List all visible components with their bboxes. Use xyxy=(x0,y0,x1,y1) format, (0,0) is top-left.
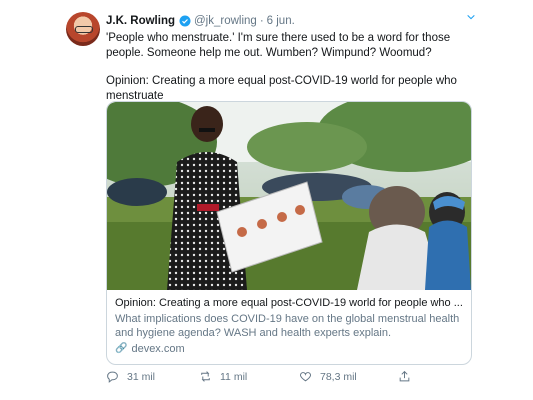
avatar-glasses xyxy=(75,26,93,33)
author-avatar[interactable] xyxy=(66,12,100,46)
share-button[interactable] xyxy=(398,370,419,383)
like-button[interactable]: 78,3 mil xyxy=(299,370,357,383)
separator: · xyxy=(259,15,264,27)
link-preview-card[interactable]: Opinion: Creating a more equal post-COVI… xyxy=(106,101,472,365)
reply-count: 31 mil xyxy=(127,370,156,383)
tweet-text-line: 'People who menstruate.' I'm sure there … xyxy=(106,32,451,59)
tweet-text-line: Opinion: Creating a more equal post-COVI… xyxy=(106,75,457,102)
author-name[interactable]: J.K. Rowling xyxy=(106,15,175,27)
card-body: Opinion: Creating a more equal post-COVI… xyxy=(115,296,465,356)
reply-icon xyxy=(107,371,118,383)
tweet-date[interactable]: 6 jun. xyxy=(267,15,295,27)
tweet-header: J.K. Rowling @jk_rowling · 6 jun. xyxy=(106,12,476,30)
retweet-icon xyxy=(201,371,210,382)
card-domain: devex.com xyxy=(131,343,185,355)
reply-button[interactable]: 31 mil xyxy=(106,370,155,383)
retweet-button[interactable]: 11 mil xyxy=(199,370,247,383)
share-icon xyxy=(399,370,410,382)
article-photo xyxy=(107,102,471,290)
retweet-count: 11 mil xyxy=(220,370,248,383)
author-handle[interactable]: @jk_rowling xyxy=(194,15,257,27)
verified-badge-icon xyxy=(179,15,191,27)
tweet-actions: 31 mil 11 mil 78,3 mil xyxy=(106,370,470,388)
like-count: 78,3 mil xyxy=(320,370,357,383)
card-domain-row[interactable]: 🔗 devex.com xyxy=(115,342,465,356)
chevron-down-icon[interactable] xyxy=(466,12,476,25)
link-icon: 🔗 xyxy=(115,343,128,354)
card-description: What implications does COVID-19 have on … xyxy=(115,313,460,339)
card-title[interactable]: Opinion: Creating a more equal post-COVI… xyxy=(115,296,465,310)
heart-icon xyxy=(300,372,311,382)
